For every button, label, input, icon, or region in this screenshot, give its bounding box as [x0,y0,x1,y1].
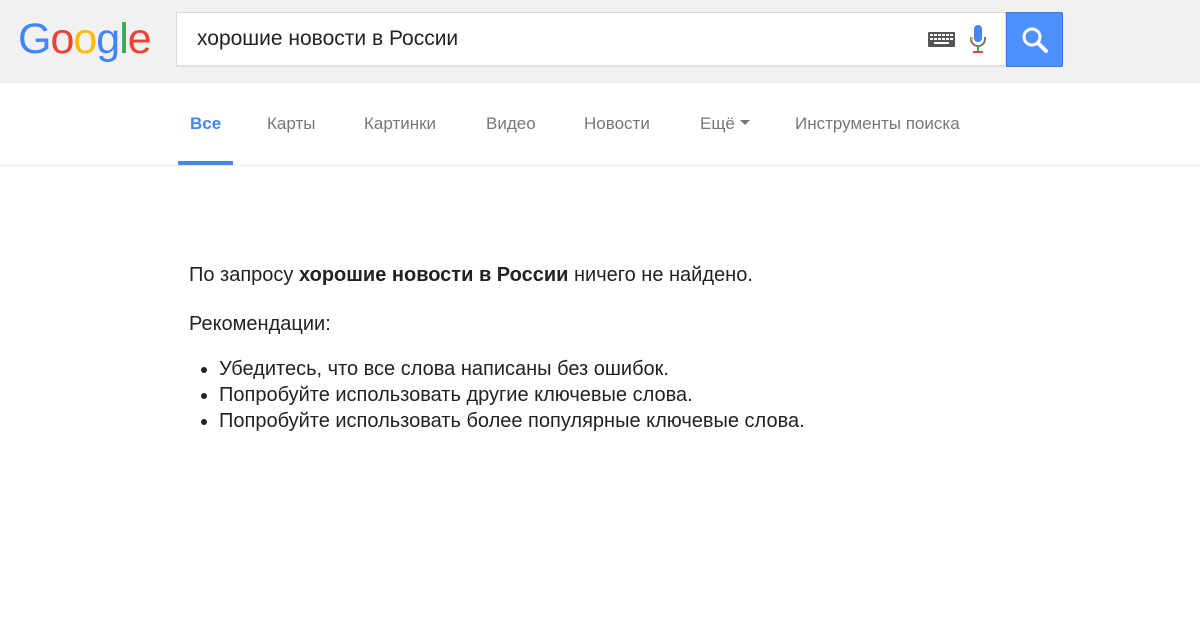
logo-letter: o [73,15,97,63]
logo-letter: o [50,15,74,63]
tab-news[interactable]: Новости [584,83,650,165]
keyboard-icon[interactable] [928,32,955,47]
search-box [176,12,1006,66]
recommendations-list: Убедитесь, что все слова написаны без ош… [189,356,1089,434]
tab-video[interactable]: Видео [486,83,536,165]
tab-more-label: Ещё [700,114,735,133]
logo-letter: l [119,15,129,63]
search-icon [1022,27,1048,53]
tab-maps[interactable]: Карты [267,83,315,165]
recommendation-item: Попробуйте использовать более популярные… [219,408,1089,434]
google-logo[interactable]: Google [18,14,152,64]
no-results-suffix: ничего не найдено. [568,264,753,286]
recommendations-title: Рекомендации: [189,313,331,335]
header: Google [0,0,1200,83]
search-input[interactable] [177,13,917,65]
tab-more[interactable]: Ещё [700,83,750,165]
no-results-panel: По запросу хорошие новости в России ниче… [189,260,1089,434]
no-results-message: По запросу хорошие новости в России ниче… [189,260,1089,290]
recommendation-item: Убедитесь, что все слова написаны без ош… [219,356,1089,382]
chevron-down-icon [739,120,750,126]
logo-letter: e [127,15,152,63]
active-tab-indicator [178,161,233,165]
recommendation-item: Попробуйте использовать другие ключевые … [219,382,1089,408]
logo-letter: G [18,15,51,63]
logo-letter: g [96,15,120,63]
search-button[interactable] [1006,12,1063,67]
tab-all[interactable]: Все [190,83,221,165]
no-results-prefix: По запросу [189,264,299,286]
no-results-query: хорошие новости в России [298,264,569,286]
microphone-icon[interactable] [968,24,988,55]
tab-images[interactable]: Картинки [364,83,436,165]
tab-search-tools[interactable]: Инструменты поиска [795,83,960,165]
search-tabs: Все Карты Картинки Видео Новости Ещё Инс… [0,83,1200,166]
